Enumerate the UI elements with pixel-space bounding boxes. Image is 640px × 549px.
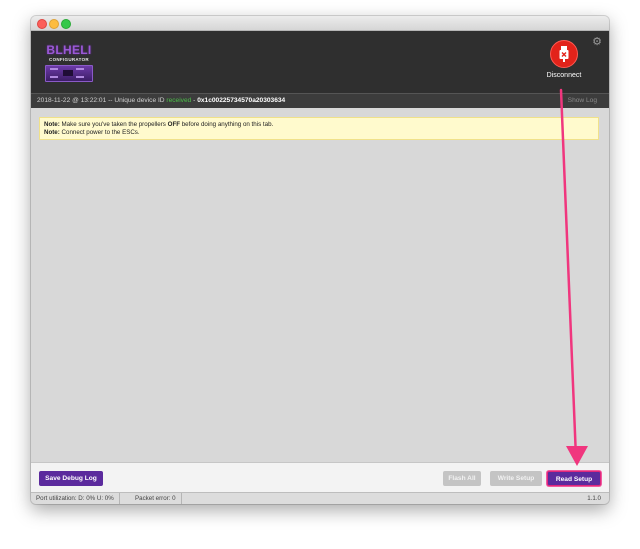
read-setup-button[interactable]: Read Setup bbox=[547, 471, 601, 486]
disconnect-label: Disconnect bbox=[546, 72, 582, 79]
write-setup-button[interactable]: Write Setup bbox=[490, 471, 542, 486]
app-logo: BLHELI CONFIGURATOR bbox=[45, 44, 93, 84]
gear-icon[interactable]: ⚙ bbox=[591, 36, 603, 48]
log-device-id: 0x1c00225734570a20303634 bbox=[197, 97, 286, 104]
propeller-warning-note: Note: Make sure you've taken the propell… bbox=[39, 117, 599, 140]
log-bar: 2018-11-22 @ 13:22:01 -- Unique device I… bbox=[31, 93, 609, 109]
log-status: received bbox=[166, 97, 192, 104]
action-bar: Save Debug Log Flash All Write Setup Rea… bbox=[31, 462, 609, 492]
log-timestamp: 2018-11-22 @ 13:22:01 bbox=[37, 97, 107, 104]
log-message: 2018-11-22 @ 13:22:01 -- Unique device I… bbox=[37, 94, 285, 108]
title-bar bbox=[31, 16, 609, 31]
disconnect-button[interactable]: Disconnect bbox=[541, 40, 587, 90]
status-footer: Port utilization: D: 0% U: 0% Packet err… bbox=[31, 492, 609, 504]
maximize-window-button[interactable] bbox=[61, 19, 71, 29]
close-window-button[interactable] bbox=[37, 19, 47, 29]
flash-all-button[interactable]: Flash All bbox=[443, 471, 481, 486]
app-version: 1.1.0 bbox=[587, 495, 601, 502]
save-debug-log-button[interactable]: Save Debug Log bbox=[39, 471, 103, 486]
port-utilization: Port utilization: D: 0% U: 0% bbox=[31, 493, 120, 504]
minimize-window-button[interactable] bbox=[49, 19, 59, 29]
esc-board-icon bbox=[45, 65, 93, 82]
packet-error: Packet error: 0 bbox=[130, 493, 182, 504]
logo-subtitle: CONFIGURATOR bbox=[49, 57, 89, 62]
note-line-2: Note: Connect power to the ESCs. bbox=[44, 129, 140, 136]
note-line-1: Note: Make sure you've taken the propell… bbox=[44, 121, 274, 128]
app-header: BLHELI CONFIGURATOR Disconnect ⚙ bbox=[31, 31, 609, 93]
app-window: BLHELI CONFIGURATOR Disconnect ⚙ 2018-11… bbox=[31, 16, 609, 504]
main-content: Note: Make sure you've taken the propell… bbox=[31, 108, 609, 462]
show-log-link[interactable]: Show Log bbox=[568, 94, 597, 108]
log-prefix: -- Unique device ID bbox=[106, 97, 167, 104]
usb-disconnect-icon bbox=[550, 40, 578, 68]
logo-title: BLHELI bbox=[46, 43, 92, 57]
